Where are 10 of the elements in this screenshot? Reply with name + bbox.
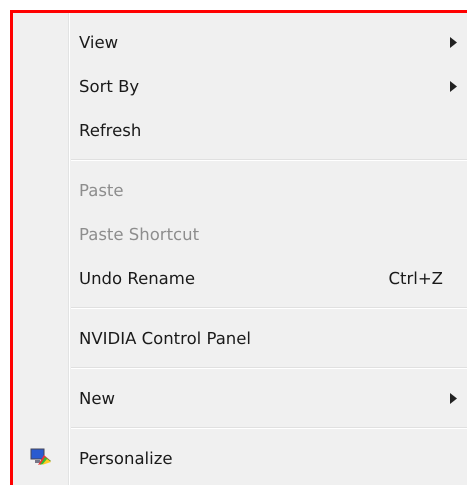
menu-item[interactable]: Personalize bbox=[13, 436, 467, 480]
menu-item[interactable]: New bbox=[13, 376, 467, 420]
submenu-arrow-icon bbox=[450, 36, 457, 48]
menu-item[interactable]: View bbox=[13, 20, 467, 64]
menu-item[interactable]: NVIDIA Control Panel bbox=[13, 316, 467, 360]
menu-item[interactable]: Refresh bbox=[13, 108, 467, 152]
menu-item[interactable]: Undo Rename Ctrl+Z bbox=[13, 256, 467, 300]
menu-item[interactable]: Sort By bbox=[13, 64, 467, 108]
submenu-arrow-icon bbox=[450, 80, 457, 92]
submenu-arrow-icon bbox=[450, 392, 457, 404]
